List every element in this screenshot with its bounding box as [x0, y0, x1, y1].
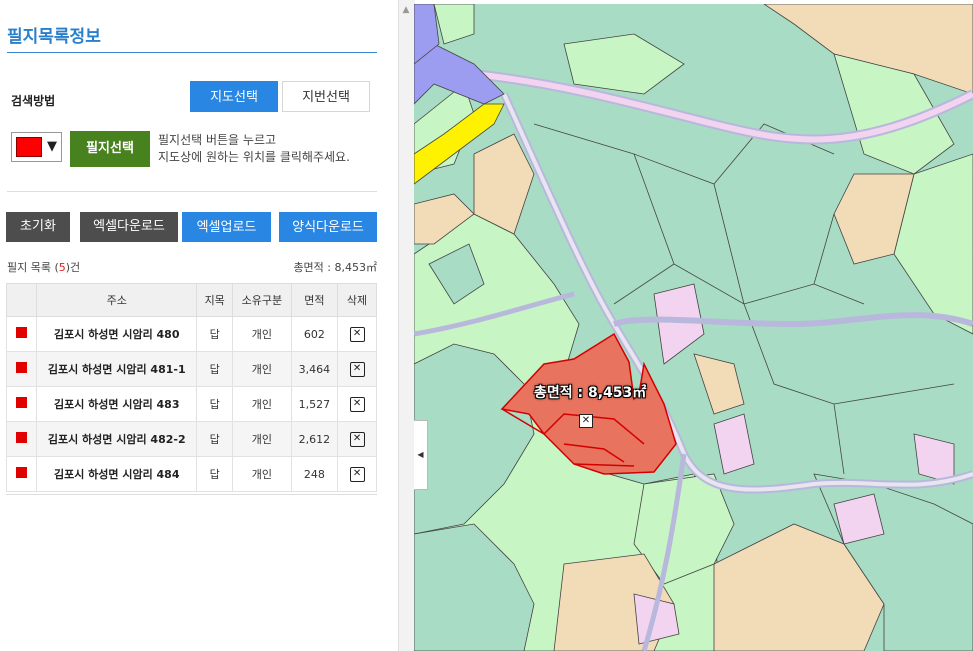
color-picker[interactable]: ▼	[11, 132, 62, 162]
hint-text: 필지선택 버튼을 누르고 지도상에 원하는 위치를 클릭해주세요.	[158, 132, 350, 166]
column-header-delete: 삭제	[337, 283, 377, 317]
total-area: 총면적 : 8,453㎡	[293, 261, 377, 274]
row-color-cell	[5, 351, 38, 387]
address-cell: 김포시 하성면 시암리 482-2	[36, 421, 198, 457]
table-row[interactable]: 김포시 하성면 시암리 480 답 개인 602 ✕	[5, 316, 377, 352]
land-cell: 답	[196, 316, 234, 352]
section-divider	[7, 191, 377, 192]
reset-button[interactable]: 초기화	[6, 212, 70, 242]
color-marker	[16, 467, 28, 478]
delete-cell: ✕	[337, 456, 377, 492]
land-cell: 답	[196, 456, 234, 492]
tab-map-select[interactable]: 지도선택	[190, 81, 278, 112]
color-marker	[16, 327, 28, 338]
land-cell: 답	[196, 351, 234, 387]
cadastral-map[interactable]	[414, 4, 973, 651]
color-marker	[16, 362, 28, 373]
color-marker	[16, 432, 28, 443]
color-column-header	[5, 283, 38, 317]
owner-cell: 개인	[232, 456, 292, 492]
table-bottom-divider	[6, 494, 377, 495]
delete-cell: ✕	[337, 351, 377, 387]
column-header-address: 주소	[36, 283, 198, 317]
land-cell: 답	[196, 421, 234, 457]
area-cell: 1,527	[290, 386, 339, 422]
selection-area-label: 총면적 : 8,453㎡	[534, 385, 647, 401]
close-icon[interactable]: ✕	[349, 327, 365, 342]
owner-cell: 개인	[232, 386, 292, 422]
close-icon[interactable]: ✕	[579, 414, 593, 428]
excel-upload-button[interactable]: 엑셀업로드	[182, 212, 271, 242]
triangle-down-icon: ▼	[47, 139, 57, 154]
row-color-cell	[5, 316, 38, 352]
delete-cell: ✕	[337, 386, 377, 422]
column-header-owner: 소유구분	[232, 283, 292, 317]
owner-cell: 개인	[232, 351, 292, 387]
map-view[interactable]: 총면적 : 8,453㎡ ✕	[414, 4, 973, 651]
delete-cell: ✕	[337, 421, 377, 457]
form-download-button[interactable]: 양식다운로드	[279, 212, 377, 242]
count-suffix: )건	[65, 261, 81, 274]
address-cell: 김포시 하성면 시암리 481-1	[36, 351, 198, 387]
table-row[interactable]: 김포시 하성면 시암리 482-2 답 개인 2,612 ✕	[5, 421, 377, 457]
owner-cell: 개인	[232, 421, 292, 457]
address-cell: 김포시 하성면 시암리 480	[36, 316, 198, 352]
table-row[interactable]: 김포시 하성면 시암리 483 답 개인 1,527 ✕	[5, 386, 377, 422]
row-color-cell	[5, 421, 38, 457]
area-cell: 2,612	[290, 421, 339, 457]
address-cell: 김포시 하성면 시암리 484	[36, 456, 198, 492]
row-color-cell	[5, 386, 38, 422]
excel-download-button[interactable]: 엑셀다운로드	[80, 212, 178, 242]
area-cell: 248	[290, 456, 339, 492]
column-header-land: 지목	[196, 283, 234, 317]
address-cell: 김포시 하성면 시암리 483	[36, 386, 198, 422]
close-icon[interactable]: ✕	[349, 362, 365, 377]
panel-scrollbar[interactable]	[398, 0, 415, 651]
area-cell: 602	[290, 316, 339, 352]
close-icon[interactable]: ✕	[349, 467, 365, 482]
close-icon[interactable]: ✕	[349, 397, 365, 412]
table-row[interactable]: 김포시 하성면 시암리 481-1 답 개인 3,464 ✕	[5, 351, 377, 387]
close-icon[interactable]: ✕	[349, 432, 365, 447]
title-divider	[7, 52, 377, 53]
area-cell: 3,464	[290, 351, 339, 387]
tab-lot-select[interactable]: 지번선택	[282, 81, 370, 112]
pick-parcel-button[interactable]: 필지선택	[70, 131, 150, 167]
table-row[interactable]: 김포시 하성면 시암리 484 답 개인 248 ✕	[5, 456, 377, 492]
chevron-left-icon[interactable]: ◀	[414, 420, 428, 490]
hint-line-2: 지도상에 원하는 위치를 클릭해주세요.	[158, 150, 350, 164]
count-value: 5	[58, 261, 66, 274]
parcel-list-panel: 필지목록정보 검색방법 지도선택 지번선택 ▼ 필지선택 필지선택 버튼을 누르…	[0, 0, 398, 651]
delete-cell: ✕	[337, 316, 377, 352]
triangle-up-icon[interactable]: ▲	[399, 3, 413, 17]
row-color-cell	[5, 456, 38, 492]
parcel-table: 주소 지목 소유구분 면적 삭제 김포시 하성면 시암리 480 답 개인 60…	[5, 283, 377, 492]
column-header-area: 면적	[290, 283, 339, 317]
hint-line-1: 필지선택 버튼을 누르고	[158, 133, 277, 147]
land-cell: 답	[196, 386, 234, 422]
color-swatch	[16, 137, 42, 157]
count-prefix: 필지 목록 (	[7, 261, 59, 274]
parcel-count: 필지 목록 (5)건	[7, 259, 80, 275]
color-marker	[16, 397, 28, 408]
table-header-row: 주소 지목 소유구분 면적 삭제	[5, 283, 377, 317]
owner-cell: 개인	[232, 316, 292, 352]
panel-title: 필지목록정보	[7, 27, 101, 47]
search-method-label: 검색방법	[11, 94, 56, 108]
